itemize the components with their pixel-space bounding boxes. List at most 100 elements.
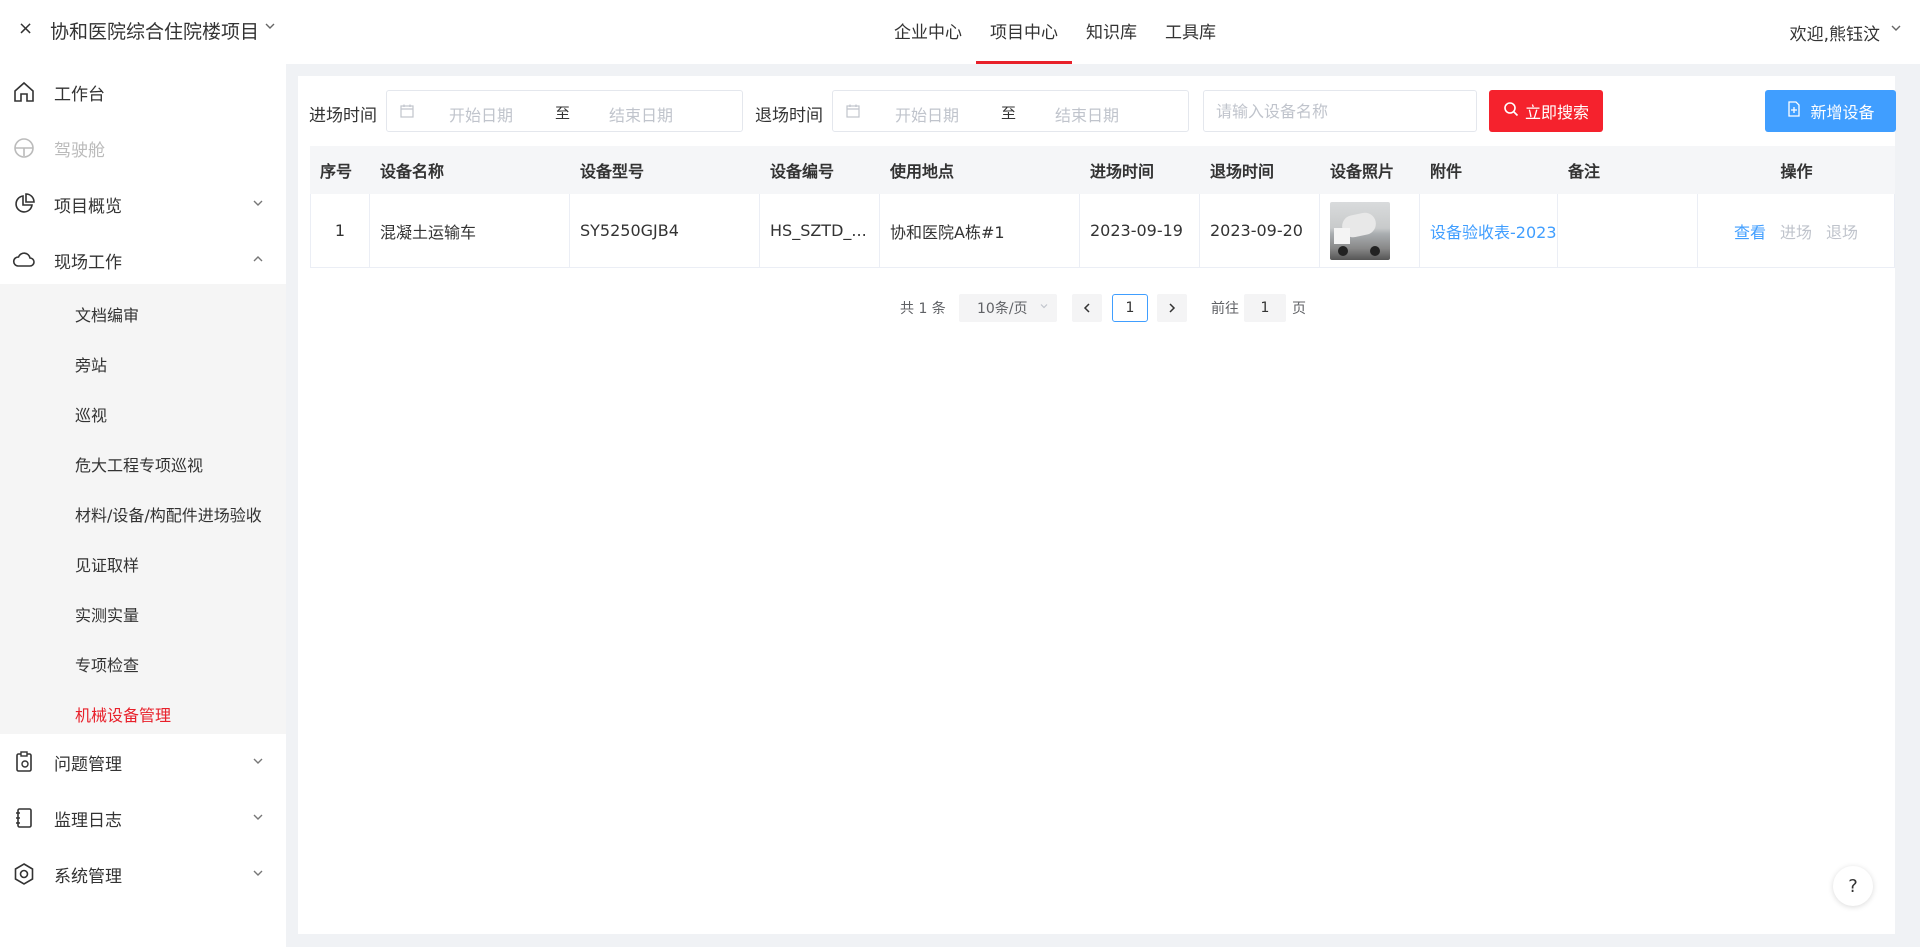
cell-actions: 查看 进场 退场 — [1698, 194, 1894, 267]
cell-code: HS_SZTD_... — [760, 194, 880, 267]
col-model: 设备型号 — [580, 162, 645, 181]
sidebar-item-issues[interactable]: 问题管理 — [0, 734, 286, 790]
exit-date-range[interactable]: 开始日期 至 结束日期 — [832, 90, 1189, 132]
cell-name: 混凝土运输车 — [370, 194, 570, 267]
sidebar-subitem-patrol[interactable]: 巡视 — [75, 402, 107, 426]
col-entry-time: 进场时间 — [1090, 162, 1155, 181]
clipboard-icon — [12, 750, 36, 774]
home-icon — [12, 80, 36, 104]
exit-button[interactable]: 退场 — [1826, 219, 1858, 243]
search-button[interactable]: 立即搜索 — [1489, 90, 1603, 132]
exit-time-label: 退场时间 — [755, 106, 823, 126]
top-nav: 企业中心 项目中心 知识库 工具库 — [880, 0, 1230, 64]
project-title[interactable]: 协和医院综合住院楼项目 — [50, 17, 259, 44]
sidebar-subitem-doc-review[interactable]: 文档编审 — [75, 302, 139, 326]
cell-photo — [1320, 194, 1420, 267]
cell-model: SY5250GJB4 — [570, 194, 760, 267]
range-separator: 至 — [555, 104, 571, 122]
col-code: 设备编号 — [770, 162, 835, 181]
cell-index: 1 — [311, 194, 370, 267]
sidebar-item-log[interactable]: 监理日志 — [0, 790, 286, 846]
enter-button[interactable]: 进场 — [1780, 219, 1812, 243]
chevron-down-icon — [252, 197, 264, 212]
nav-item-tools[interactable]: 工具库 — [1151, 0, 1230, 64]
cloud-icon — [12, 248, 36, 272]
goto-page-input[interactable]: 1 — [1244, 294, 1286, 322]
sidebar-subitem-measurement[interactable]: 实测实量 — [75, 602, 139, 626]
page-number-current[interactable]: 1 — [1112, 294, 1148, 322]
sidebar-subitem-machinery[interactable]: 机械设备管理 — [75, 702, 171, 726]
table-row: 1 混凝土运输车 SY5250GJB4 HS_SZTD_... 协和医院A栋#1… — [310, 194, 1895, 268]
pagination-total: 共 1 条 — [900, 301, 946, 317]
start-date-placeholder: 开始日期 — [895, 106, 960, 125]
start-date-placeholder: 开始日期 — [449, 106, 514, 125]
col-location: 使用地点 — [890, 162, 955, 181]
search-button-label: 立即搜索 — [1524, 105, 1589, 122]
chevron-down-icon — [252, 867, 264, 882]
close-icon[interactable]: × — [18, 18, 33, 39]
prev-page-button[interactable] — [1072, 294, 1102, 322]
device-name-input[interactable] — [1203, 90, 1477, 132]
nav-item-enterprise[interactable]: 企业中心 — [880, 0, 976, 64]
cell-exit-time: 2023-09-20 — [1200, 194, 1320, 267]
attachment-link[interactable]: 设备验收表-2023( — [1430, 219, 1557, 243]
calendar-icon — [845, 103, 861, 119]
sidebar-subitem-witness-sampling[interactable]: 见证取样 — [75, 552, 139, 576]
col-index: 序号 — [320, 162, 353, 181]
chevron-down-icon — [252, 811, 264, 826]
chevron-up-icon — [252, 253, 264, 268]
col-actions: 操作 — [1780, 162, 1813, 181]
notebook-icon — [12, 806, 36, 830]
file-add-icon — [1786, 100, 1802, 122]
sidebar-item-label: 工作台 — [54, 84, 105, 105]
chevron-down-icon[interactable] — [1890, 22, 1902, 38]
cell-attachment: 设备验收表-2023( — [1420, 194, 1558, 267]
next-page-button[interactable] — [1157, 294, 1187, 322]
add-device-label: 新增设备 — [1810, 105, 1875, 122]
sidebar-item-label: 系统管理 — [54, 866, 122, 887]
user-welcome[interactable]: 欢迎,熊钰汶 — [1790, 20, 1880, 45]
sidebar-subitem-special-check[interactable]: 专项检查 — [75, 652, 139, 676]
table-header: 序号 设备名称 设备型号 设备编号 使用地点 进场时间 退场时间 设备照片 附件… — [310, 146, 1895, 194]
entry-time-label: 进场时间 — [309, 106, 377, 126]
sidebar-submenu: 文档编审 旁站 巡视 危大工程专项巡视 材料/设备/构配件进场验收 见证取样 实… — [0, 284, 286, 734]
sidebar-item-label: 驾驶舱 — [54, 140, 105, 161]
sidebar-item-fieldwork[interactable]: 现场工作 — [0, 232, 286, 288]
col-exit-time: 退场时间 — [1210, 162, 1275, 181]
chevron-left-icon — [1083, 303, 1090, 313]
page-size-select[interactable]: 10条/页 — [959, 294, 1057, 322]
sidebar-item-workbench[interactable]: 工作台 — [0, 64, 286, 120]
search-icon — [1503, 101, 1519, 122]
sidebar-item-label: 现场工作 — [54, 252, 122, 273]
sidebar-subitem-dangerous-patrol[interactable]: 危大工程专项巡视 — [75, 452, 203, 476]
pie-chart-icon — [12, 192, 36, 216]
chevron-down-icon — [1039, 301, 1049, 314]
col-remark: 备注 — [1568, 162, 1601, 181]
settings-icon — [12, 862, 36, 886]
sidebar-item-label: 问题管理 — [54, 754, 122, 775]
chevron-down-icon[interactable] — [264, 20, 276, 36]
help-button[interactable]: ? — [1833, 866, 1873, 906]
sidebar-item-overview[interactable]: 项目概览 — [0, 176, 286, 232]
range-separator: 至 — [1001, 104, 1017, 122]
sidebar-item-system[interactable]: 系统管理 — [0, 846, 286, 902]
cell-entry-time: 2023-09-19 — [1080, 194, 1200, 267]
sidebar-subitem-material-acceptance[interactable]: 材料/设备/构配件进场验收 — [75, 502, 262, 526]
nav-item-project[interactable]: 项目中心 — [976, 0, 1072, 64]
view-button[interactable]: 查看 — [1734, 219, 1766, 243]
top-bar: × 协和医院综合住院楼项目 企业中心 项目中心 知识库 工具库 欢迎,熊钰汶 — [0, 0, 1920, 64]
chevron-right-icon — [1169, 303, 1176, 313]
nav-item-knowledge[interactable]: 知识库 — [1072, 0, 1151, 64]
chevron-down-icon — [252, 755, 264, 770]
sidebar-subitem-side-station[interactable]: 旁站 — [75, 352, 107, 376]
entry-date-range[interactable]: 开始日期 至 结束日期 — [386, 90, 743, 132]
sidebar-item-label: 监理日志 — [54, 810, 122, 831]
sidebar-item-label: 项目概览 — [54, 196, 122, 217]
cell-remark — [1558, 194, 1698, 267]
goto-label: 前往 — [1211, 301, 1239, 317]
sidebar: 工作台 驾驶舱 项目概览 现场工作 文档编审 旁站 巡视 危大工程专项巡视 材料… — [0, 64, 286, 947]
concrete-mixer-truck-photo[interactable] — [1330, 201, 1390, 260]
col-name: 设备名称 — [380, 162, 445, 181]
add-device-button[interactable]: 新增设备 — [1765, 90, 1896, 132]
sidebar-item-cockpit[interactable]: 驾驶舱 — [0, 120, 286, 176]
